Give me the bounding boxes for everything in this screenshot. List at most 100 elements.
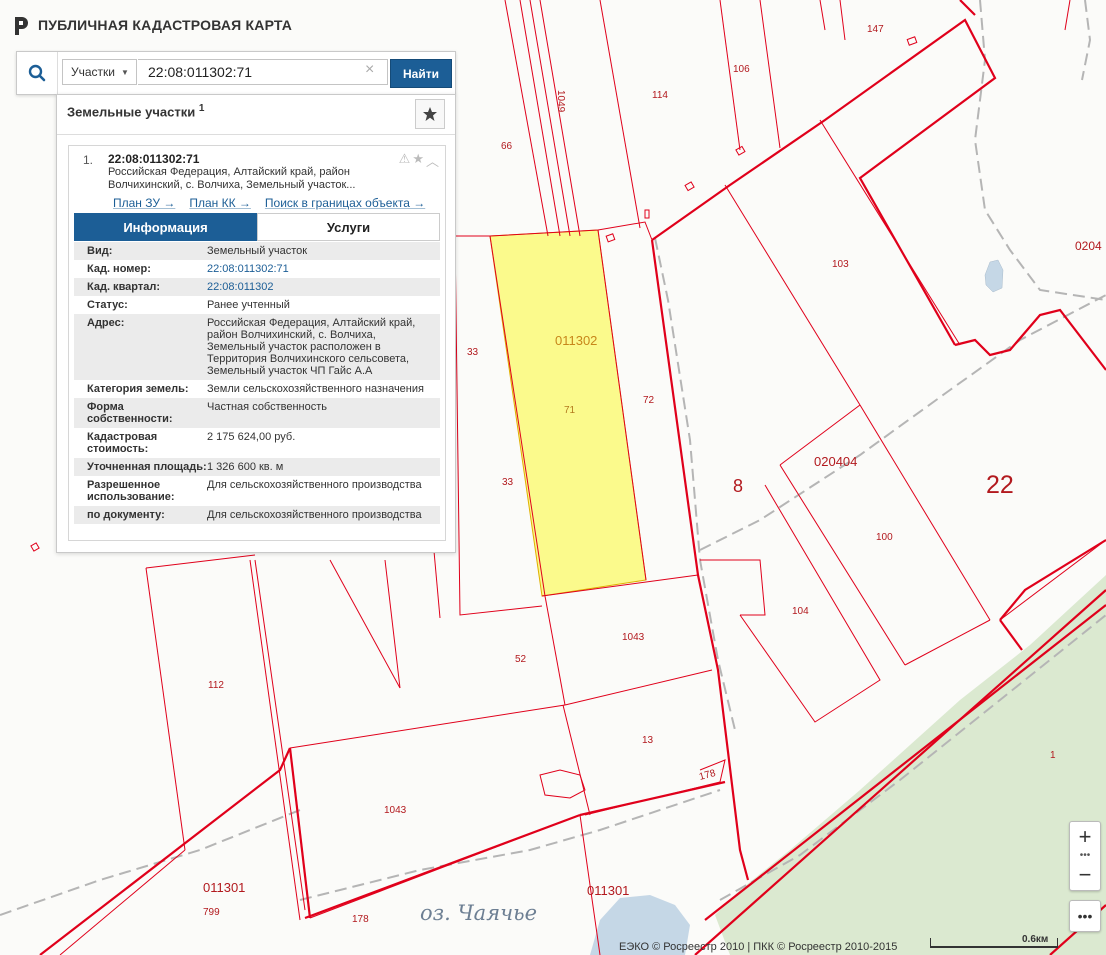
pkk-logo-icon bbox=[15, 17, 28, 35]
label-114: 114 bbox=[652, 90, 668, 101]
scale-label: 0.6км bbox=[1022, 934, 1049, 945]
prop-value: Российская Федерация, Алтайский край, ра… bbox=[207, 317, 416, 377]
prop-label: Уточненная площадь: bbox=[87, 461, 207, 473]
favorite-button[interactable] bbox=[415, 99, 445, 129]
prop-label: Кадастровая стоимость: bbox=[87, 431, 158, 455]
label-1043-center: 1043 bbox=[622, 632, 645, 643]
result-count: 1 bbox=[198, 103, 205, 114]
label-52: 52 bbox=[515, 654, 527, 665]
app-title: ПУБЛИЧНАЯ КАДАСТРОВАЯ КАРТА bbox=[38, 17, 293, 33]
link-plan-kk[interactable]: План КК → bbox=[189, 196, 251, 210]
prop-value: Земли сельскохозяйственного назначения bbox=[207, 383, 424, 395]
label-71: 71 bbox=[564, 405, 576, 416]
prop-value: Частная собственность bbox=[207, 401, 328, 413]
result-number: 1. bbox=[83, 153, 94, 167]
table-row: по документу: Для сельскохозяйственного п… bbox=[74, 506, 440, 524]
table-row: Категория земель: Земли сельскохозяйствен… bbox=[74, 380, 440, 398]
label-0204: 0204 bbox=[1075, 239, 1102, 253]
result-cad-number[interactable]: 22:08:011302:71 bbox=[108, 152, 199, 166]
table-row: Вид: Земельный участок bbox=[74, 242, 440, 260]
table-row: Адрес: Российская Федерация, Алтайский кр… bbox=[74, 314, 440, 380]
chevron-up-icon[interactable]: ︿ bbox=[426, 151, 439, 170]
result-address: Российская Федерация, Алтайский край, ра… bbox=[108, 166, 356, 191]
table-row: Разрешенное использование: Для сельскохоз… bbox=[74, 476, 440, 506]
search-bar: Участки ▼ × Найти bbox=[16, 51, 456, 95]
link-search-in-bounds[interactable]: Поиск в границах объекта → bbox=[265, 196, 425, 210]
table-row: Кад. квартал: 22:08:011302 bbox=[74, 278, 440, 296]
table-row: Кадастровая стоимость: 2 175 624,00 руб. bbox=[74, 428, 440, 458]
search-input[interactable] bbox=[138, 59, 388, 85]
panel-title: Земельные участки 1 bbox=[67, 103, 204, 119]
zoom-control: + ••• − bbox=[1069, 821, 1101, 891]
zoom-out-button[interactable]: − bbox=[1070, 860, 1100, 890]
find-button[interactable]: Найти bbox=[390, 59, 452, 88]
label-8: 8 bbox=[733, 476, 743, 496]
label-799: 799 bbox=[203, 907, 220, 918]
label-011302: 011302 bbox=[555, 333, 597, 348]
label-1043-left: 1043 bbox=[384, 805, 407, 816]
prop-value: Земельный участок bbox=[207, 245, 308, 257]
label-22: 22 bbox=[986, 471, 1014, 499]
table-row: Статус: Ранее учтенный bbox=[74, 296, 440, 314]
table-row: Форма собственности: Частная собственност… bbox=[74, 398, 440, 428]
panel-divider bbox=[57, 134, 455, 135]
label-66: 66 bbox=[501, 141, 513, 152]
star-icon[interactable]: ★ bbox=[412, 151, 424, 170]
tab-services[interactable]: Услуги bbox=[257, 213, 440, 241]
properties-table: Вид: Земельный участок Кад. номер: 22:08:0… bbox=[74, 242, 440, 524]
label-178-bottom: 178 bbox=[352, 914, 369, 925]
label-72: 72 bbox=[643, 395, 655, 406]
label-1: 1 bbox=[1050, 750, 1056, 761]
label-100: 100 bbox=[876, 532, 893, 543]
map-attribution: ЕЭКО © Росреестр 2010 | ПКК © Росреестр … bbox=[619, 941, 898, 953]
pond bbox=[984, 259, 1004, 293]
prop-value: 1 326 600 кв. м bbox=[207, 461, 284, 473]
prop-label: по документу: bbox=[87, 509, 165, 521]
prop-value-link[interactable]: 22:08:011302:71 bbox=[207, 263, 437, 275]
prop-label: Разрешенное использование: bbox=[87, 479, 175, 503]
label-33-bottom: 33 bbox=[502, 477, 514, 488]
prop-label: Вид: bbox=[87, 245, 113, 257]
label-106: 106 bbox=[733, 64, 750, 75]
prop-label: Кад. номер: bbox=[87, 263, 151, 275]
more-options-button[interactable]: ••• bbox=[1069, 900, 1101, 932]
label-13: 13 bbox=[642, 735, 654, 746]
prop-value: 2 175 624,00 руб. bbox=[207, 431, 296, 443]
prop-value-link[interactable]: 22:08:011302 bbox=[207, 281, 437, 293]
table-row: Кад. номер: 22:08:011302:71 bbox=[74, 260, 440, 278]
label-020404: 020404 bbox=[814, 454, 857, 469]
result-card[interactable]: 1. 22:08:011302:71 Российская Федерация,… bbox=[68, 145, 446, 541]
warning-icon[interactable]: ⚠ bbox=[399, 151, 411, 170]
card-actions: ⚠ ★ ︿ bbox=[399, 151, 439, 170]
prop-value: Для сельскохозяйственного производства bbox=[207, 479, 422, 491]
result-tabs: Информация Услуги bbox=[74, 213, 440, 241]
prop-label: Кад. квартал: bbox=[87, 281, 161, 293]
star-icon bbox=[423, 107, 437, 121]
label-112: 112 bbox=[208, 680, 224, 691]
label-1049: 1049 bbox=[555, 90, 566, 113]
prop-label: Адрес: bbox=[87, 317, 125, 329]
zoom-slider-handle[interactable]: ••• bbox=[1070, 851, 1100, 861]
label-147: 147 bbox=[867, 24, 884, 35]
table-row: Уточненная площадь: 1 326 600 кв. м bbox=[74, 458, 440, 476]
search-icon[interactable] bbox=[17, 52, 58, 94]
app-header: ПУБЛИЧНАЯ КАДАСТРОВАЯ КАРТА bbox=[12, 14, 292, 36]
zoom-in-button[interactable]: + bbox=[1070, 822, 1100, 852]
chevron-down-icon: ▼ bbox=[121, 67, 129, 77]
clear-icon[interactable]: × bbox=[365, 61, 374, 79]
results-panel: Земельные участки 1 1. 22:08:011302:71 Р… bbox=[56, 94, 456, 553]
prop-label: Категория земель: bbox=[87, 383, 189, 395]
search-type-label: Участки bbox=[71, 65, 115, 79]
prop-label: Форма собственности: bbox=[87, 401, 173, 425]
search-type-select[interactable]: Участки ▼ bbox=[62, 59, 137, 85]
lake-name: оз. Чаячье bbox=[420, 901, 537, 925]
label-103: 103 bbox=[832, 259, 849, 270]
prop-label: Статус: bbox=[87, 299, 128, 311]
prop-value: Для сельскохозяйственного производства bbox=[207, 509, 422, 521]
label-011301-left: 011301 bbox=[203, 880, 245, 895]
panel-title-text: Земельные участки bbox=[67, 104, 196, 120]
tab-info[interactable]: Информация bbox=[74, 213, 257, 241]
link-plan-zu[interactable]: План ЗУ → bbox=[113, 196, 175, 210]
label-011301-bottom: 011301 bbox=[587, 883, 629, 898]
label-33-top: 33 bbox=[467, 347, 479, 358]
